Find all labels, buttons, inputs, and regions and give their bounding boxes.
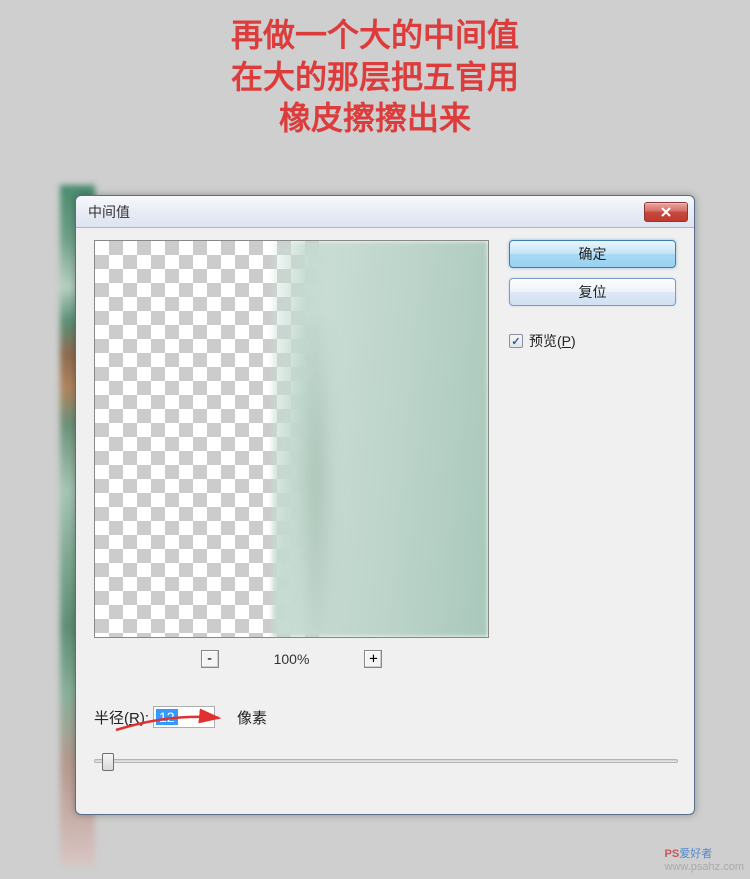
- slider-thumb[interactable]: [102, 753, 114, 771]
- preview-checkbox-row[interactable]: ✓ 预览(P): [509, 331, 676, 351]
- plus-icon: +: [369, 652, 377, 666]
- minus-icon: -: [205, 652, 213, 666]
- dialog-controls: 确定 复位 ✓ 预览(P): [489, 240, 676, 668]
- watermark: PS爱好者 www.psahz.com: [665, 845, 744, 873]
- radius-value: 12: [156, 709, 178, 725]
- radius-input[interactable]: 12: [153, 706, 215, 728]
- watermark-url: www.psahz.com: [665, 861, 744, 873]
- zoom-in-button[interactable]: +: [364, 650, 382, 668]
- dialog-body: - 100% + 确定 复位 ✓ 预览(P): [76, 228, 694, 680]
- zoom-controls: - 100% +: [94, 650, 489, 668]
- reset-button-label: 复位: [579, 282, 607, 302]
- watermark-ps: PS: [665, 848, 680, 860]
- instruction-text: 再做一个大的中间值 在大的那层把五官用 橡皮擦擦出来: [0, 0, 750, 140]
- radius-slider[interactable]: [94, 751, 678, 771]
- ok-button-label: 确定: [579, 244, 607, 264]
- instruction-line: 橡皮擦擦出来: [0, 98, 750, 140]
- slider-groove: [94, 759, 678, 763]
- preview-area: - 100% +: [94, 240, 489, 668]
- preview-box[interactable]: [94, 240, 489, 638]
- zoom-out-button[interactable]: -: [201, 650, 219, 668]
- preview-checkbox[interactable]: ✓: [509, 334, 523, 348]
- preview-image-shadow: [292, 320, 339, 637]
- radius-label: 半径(R):: [94, 707, 149, 728]
- close-button[interactable]: [644, 202, 688, 222]
- dialog-title: 中间值: [88, 202, 644, 222]
- radius-row: 半径(R): 12 像素: [94, 706, 267, 728]
- dialog-titlebar[interactable]: 中间值: [76, 196, 694, 228]
- median-dialog: 中间值 - 100% +: [75, 195, 695, 815]
- ok-button[interactable]: 确定: [509, 240, 676, 268]
- check-icon: ✓: [511, 335, 520, 348]
- instruction-line: 再做一个大的中间值: [0, 15, 750, 57]
- instruction-line: 在大的那层把五官用: [0, 57, 750, 99]
- reset-button[interactable]: 复位: [509, 278, 676, 306]
- watermark-hz: 爱好者: [679, 848, 712, 860]
- preview-label: 预览(P): [529, 331, 576, 351]
- unit-label: 像素: [237, 707, 267, 728]
- close-icon: [660, 207, 672, 217]
- zoom-level-label: 100%: [274, 651, 310, 667]
